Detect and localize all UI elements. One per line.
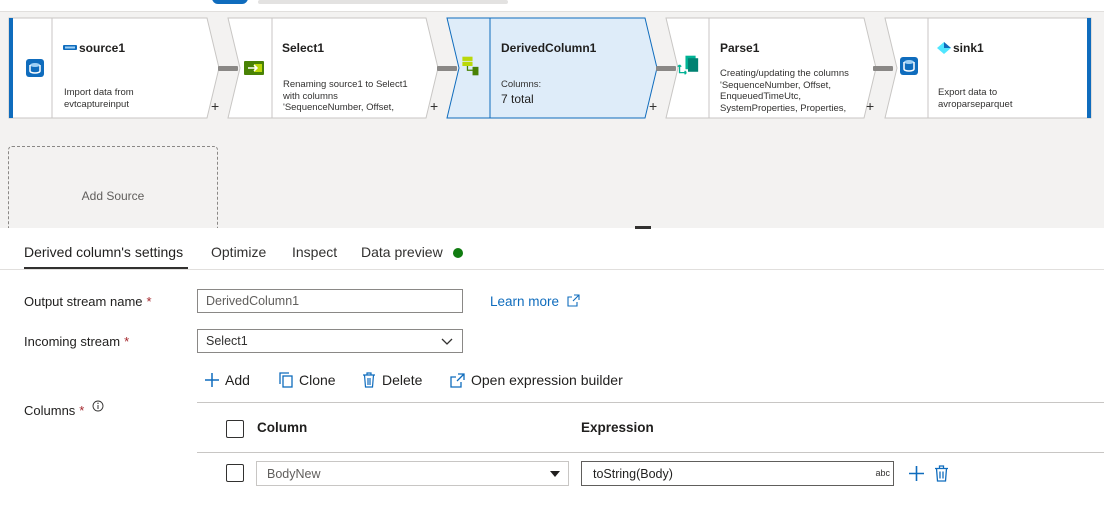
select-icon (244, 61, 264, 75)
node-description: Renaming source1 to Select1 with columns… (283, 79, 408, 115)
node-derivedcolumn1[interactable]: DerivedColumn1 Columns: 7 total (446, 17, 658, 119)
expression-value: toString(Body) (593, 467, 673, 481)
column-name-select[interactable]: BodyNew (256, 461, 569, 486)
add-row-plus-icon[interactable] (908, 465, 925, 482)
delete-row-trash-icon[interactable] (934, 465, 949, 482)
chevron-down-icon (441, 338, 453, 345)
node-title: source1 (79, 41, 126, 55)
node-description: Import data from evtcaptureinput (64, 87, 134, 110)
derived-column-icon (462, 56, 479, 76)
tab-data-preview[interactable]: Data preview (361, 244, 443, 260)
dataflow-canvas[interactable]: source1 Import data from evtcaptureinput… (0, 12, 1104, 228)
info-icon[interactable] (92, 400, 104, 412)
node-parse1[interactable]: Parse1 Creating/updating the columns 'Se… (665, 17, 877, 119)
clone-icon (279, 372, 293, 388)
output-stream-label: Output stream name * (24, 294, 152, 309)
node-select1[interactable]: Select1 Renaming source1 to Select1 with… (227, 17, 439, 119)
active-tab-indicator (24, 267, 188, 269)
tab-derived-column-settings[interactable]: Derived column's settings (24, 244, 183, 260)
data-preview-status-dot (453, 248, 463, 258)
clone-column-button[interactable]: Clone (279, 370, 336, 390)
node-description: Export data to avroparseparquet (938, 87, 1013, 110)
node-source1[interactable]: source1 Import data from evtcaptureinput (8, 17, 220, 119)
node-title: sink1 (953, 41, 984, 55)
top-strip (0, 0, 1104, 12)
sink-diamond-icon (937, 42, 951, 54)
node-title: Parse1 (720, 41, 760, 55)
plus-icon (205, 373, 219, 387)
top-toolbar-fragment (258, 0, 508, 4)
add-transform-button[interactable]: + (649, 99, 657, 113)
type-badge: abc (875, 468, 890, 478)
column-header: Column (257, 420, 308, 435)
open-external-icon (450, 372, 465, 388)
open-builder-label: Open expression builder (471, 372, 623, 388)
node-columns-label: Columns: (501, 79, 542, 90)
external-link-icon (567, 294, 580, 307)
columns-label: Columns * (24, 400, 104, 418)
add-transform-button[interactable]: + (866, 99, 874, 113)
trash-icon (363, 372, 375, 388)
node-sink1[interactable]: sink1 Export data to avroparseparquet (884, 17, 1096, 119)
settings-tabs: Derived column's settings Optimize Inspe… (0, 229, 1104, 270)
open-expression-builder-button[interactable]: Open expression builder (450, 370, 623, 390)
sink-icon (900, 57, 918, 75)
parse-icon (677, 55, 699, 75)
incoming-stream-label: Incoming stream * (24, 334, 130, 349)
node-columns-count: 7 total (501, 92, 534, 106)
table-top-border (197, 402, 1104, 403)
tab-inspect[interactable]: Inspect (292, 244, 337, 260)
source-link-icon (63, 45, 77, 50)
row-checkbox[interactable] (226, 464, 244, 482)
add-transform-button[interactable]: + (211, 99, 219, 113)
clone-label: Clone (299, 372, 336, 388)
column-name-value: BodyNew (267, 467, 321, 481)
node-title: Select1 (282, 41, 325, 55)
add-source-label: Add Source (81, 189, 145, 203)
expression-header: Expression (581, 420, 654, 435)
output-stream-input[interactable]: DerivedColumn1 (197, 289, 463, 313)
top-pill-button[interactable] (212, 0, 248, 4)
learn-more-link[interactable]: Learn more (490, 294, 580, 309)
incoming-stream-select[interactable]: Select1 (197, 329, 463, 353)
delete-label: Delete (382, 372, 423, 388)
source-icon (26, 59, 44, 77)
tab-optimize[interactable]: Optimize (211, 244, 266, 260)
node-title: DerivedColumn1 (501, 41, 597, 55)
add-label: Add (225, 372, 250, 388)
incoming-stream-value: Select1 (206, 334, 248, 348)
select-all-checkbox[interactable] (226, 420, 244, 438)
add-source-button[interactable]: Add Source (8, 146, 218, 228)
add-transform-button[interactable]: + (430, 99, 438, 113)
delete-column-button[interactable]: Delete (362, 370, 422, 390)
expression-input[interactable]: toString(Body) abc (581, 461, 894, 486)
table-header-border (197, 452, 1104, 453)
add-column-button[interactable]: Add (205, 370, 250, 390)
caret-down-icon (550, 471, 560, 477)
node-description: Creating/updating the columns 'SequenceN… (720, 68, 849, 115)
